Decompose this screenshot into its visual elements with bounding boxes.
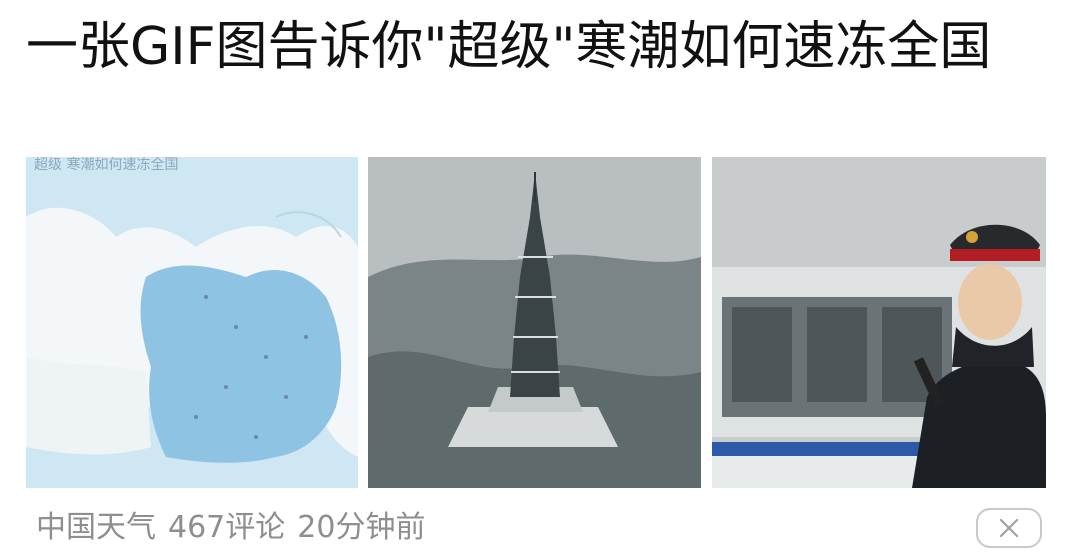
frozen-pagoda-image[interactable] (368, 157, 701, 488)
comment-count: 467评论 (168, 510, 286, 545)
news-feed-item[interactable]: 一张GIF图告诉你"超级"寒潮如何速冻全国 超级 寒潮如何速冻全国 中国天气 4… (0, 0, 1071, 557)
publish-time: 20分钟前 (297, 510, 426, 545)
railway-staff-snow-image[interactable] (712, 157, 1046, 488)
article-meta: 中国天气 467评论 20分钟前 (36, 508, 425, 548)
image-gallery[interactable]: 超级 寒潮如何速冻全国 (26, 157, 1046, 488)
svg-text:超级 寒潮如何速冻全国: 超级 寒潮如何速冻全国 (34, 157, 178, 173)
source-label: 中国天气 (36, 510, 156, 545)
dismiss-button[interactable] (976, 508, 1042, 548)
article-title[interactable]: 一张GIF图告诉你"超级"寒潮如何速冻全国 (26, 14, 1046, 80)
cold-wave-map-image[interactable]: 超级 寒潮如何速冻全国 (26, 157, 358, 488)
close-icon (999, 518, 1019, 538)
